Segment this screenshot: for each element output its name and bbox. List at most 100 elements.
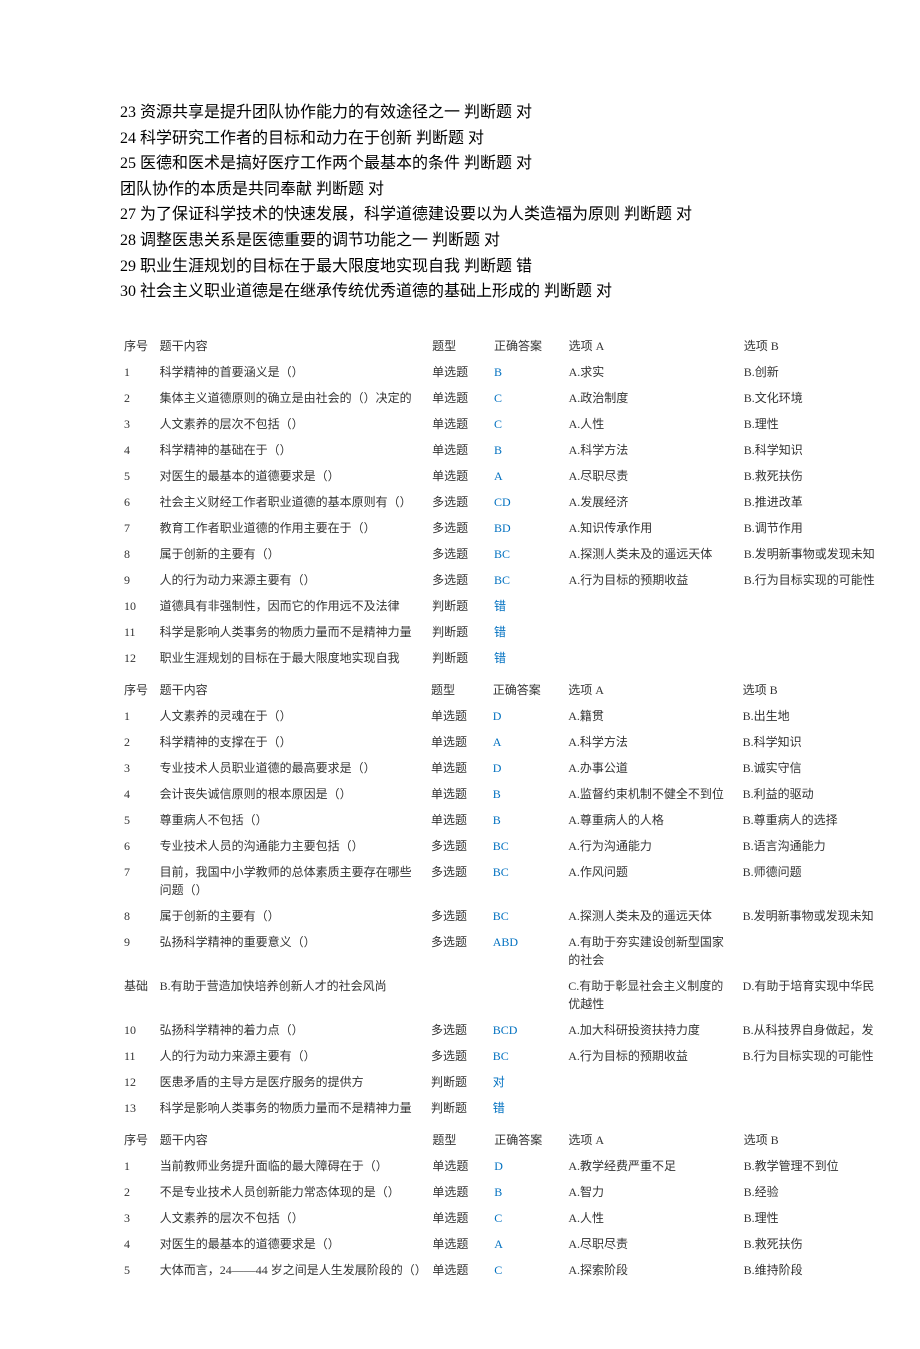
cell-ans: B	[490, 437, 565, 463]
table-row: 6社会主义财经工作者职业道德的基本原则有（）多选题CDA.发展经济B.推进改革	[120, 489, 880, 515]
h-ans: 正确答案	[490, 1127, 564, 1153]
cell-seq: 9	[120, 567, 156, 593]
cell-type: 单选题	[428, 1179, 490, 1205]
table-row: 10道德具有非强制性，因而它的作用远不及法律判断题错	[120, 593, 880, 619]
cell-ans	[489, 973, 565, 1017]
intro-line: 团队协作的本质是共同奉献 判断题 对	[120, 177, 880, 203]
cell-type: 判断题	[428, 619, 490, 645]
cell-type: 单选题	[427, 807, 489, 833]
cell-ans: CD	[490, 489, 565, 515]
cell-optB: B.发明新事物或发现未知	[740, 541, 880, 567]
cell-optA: A.探测人类未及的遥远天体	[564, 903, 738, 929]
cell-optB: B.从科技界自身做起，发	[739, 1017, 880, 1043]
h-content: 题干内容	[156, 1127, 429, 1153]
cell-ans: C	[490, 385, 565, 411]
cell-optA: A.监督约束机制不健全不到位	[564, 781, 738, 807]
cell-optB: B.理性	[740, 1205, 880, 1231]
cell-type: 多选题	[428, 489, 490, 515]
cell-ans: BC	[489, 903, 565, 929]
intro-line: 27 为了保证科学技术的快速发展，科学道德建设要以为人类造福为原则 判断题 对	[120, 202, 880, 228]
cell-type: 多选题	[428, 515, 490, 541]
cell-optA	[565, 619, 740, 645]
cell-type: 单选题	[427, 703, 489, 729]
cell-ans: A	[490, 1231, 564, 1257]
cell-seq: 4	[120, 437, 156, 463]
cell-optA	[565, 645, 740, 671]
cell-ans: BC	[490, 567, 565, 593]
cell-ans: BC	[489, 833, 565, 859]
cell-content: 道德具有非强制性，因而它的作用远不及法律	[156, 593, 428, 619]
cell-content: 当前教师业务提升面临的最大障碍在于（）	[156, 1153, 429, 1179]
cell-content: 专业技术人员职业道德的最高要求是（）	[156, 755, 427, 781]
cell-type: 单选题	[427, 755, 489, 781]
table-row: 1人文素养的灵魂在于（）单选题DA.籍贯B.出生地	[120, 703, 880, 729]
table-row: 1当前教师业务提升面临的最大障碍在于（）单选题DA.教学经费严重不足B.教学管理…	[120, 1153, 880, 1179]
cell-seq: 6	[120, 833, 156, 859]
cell-seq: 9	[120, 929, 156, 973]
cell-optA: A.科学方法	[565, 437, 740, 463]
cell-ans: BD	[490, 515, 565, 541]
cell-type: 单选题	[428, 463, 490, 489]
cell-optB	[740, 645, 880, 671]
cell-optA: C.有助于彰显社会主义制度的优越性	[564, 973, 738, 1017]
cell-content: 人文素养的灵魂在于（）	[156, 703, 427, 729]
cell-content: 会计丧失诚信原则的根本原因是（）	[156, 781, 427, 807]
cell-ans: B	[489, 781, 565, 807]
cell-type: 单选题	[428, 385, 490, 411]
header-row: 序号 题干内容 题型 正确答案 选项 A 选项 B	[120, 677, 880, 703]
h-ans: 正确答案	[489, 677, 565, 703]
cell-content: 科学精神的首要涵义是（）	[156, 359, 428, 385]
cell-content: 目前，我国中小学教师的总体素质主要存在哪些问题（）	[156, 859, 427, 903]
cell-content: 科学是影响人类事务的物质力量而不是精神力量	[156, 1095, 427, 1121]
cell-optB: B.行为目标实现的可能性	[740, 567, 880, 593]
cell-optB: B.救死扶伤	[740, 463, 880, 489]
cell-optB: D.有助于培育实现中华民	[739, 973, 880, 1017]
cell-optA: A.行为目标的预期收益	[564, 1043, 738, 1069]
cell-content: 社会主义财经工作者职业道德的基本原则有（）	[156, 489, 428, 515]
cell-optB: B.行为目标实现的可能性	[739, 1043, 880, 1069]
cell-seq: 3	[120, 1205, 156, 1231]
question-table-3: 序号 题干内容 题型 正确答案 选项 A 选项 B 1当前教师业务提升面临的最大…	[120, 1127, 880, 1283]
table-row: 4对医生的最基本的道德要求是（）单选题AA.尽职尽责B.救死扶伤	[120, 1231, 880, 1257]
cell-seq: 10	[120, 1017, 156, 1043]
cell-optA	[564, 1069, 738, 1095]
cell-optA: A.行为沟通能力	[564, 833, 738, 859]
h-type: 题型	[428, 1127, 490, 1153]
cell-ans: 错	[490, 593, 565, 619]
h-optA: 选项 A	[564, 677, 738, 703]
cell-optA: A.人性	[564, 1205, 739, 1231]
cell-type: 判断题	[428, 645, 490, 671]
cell-seq: 12	[120, 645, 156, 671]
cell-content: 大体而言，24——44 岁之间是人生发展阶段的（）	[156, 1257, 429, 1283]
cell-content: 教育工作者职业道德的作用主要在于（）	[156, 515, 428, 541]
table-row: 2集体主义道德原则的确立是由社会的（）决定的单选题CA.政治制度B.文化环境	[120, 385, 880, 411]
table-row: 5大体而言，24——44 岁之间是人生发展阶段的（）单选题CA.探索阶段B.维持…	[120, 1257, 880, 1283]
cell-optA: A.尽职尽责	[565, 463, 740, 489]
wrapped-row-9b: 基础 B.有助于营造加快培养创新人才的社会风尚 C.有助于彰显社会主义制度的优越…	[120, 973, 880, 1017]
cell-content: 对医生的最基本的道德要求是（）	[156, 463, 428, 489]
cell-optA: A.知识传承作用	[565, 515, 740, 541]
cell-type: 单选题	[428, 1231, 490, 1257]
table-row: 12医患矛盾的主导方是医疗服务的提供方判断题对	[120, 1069, 880, 1095]
cell-content: 医患矛盾的主导方是医疗服务的提供方	[156, 1069, 427, 1095]
h-content: 题干内容	[156, 333, 428, 359]
table-row: 7目前，我国中小学教师的总体素质主要存在哪些问题（）多选题BCA.作风问题B.师…	[120, 859, 880, 903]
cell-type: 单选题	[428, 1205, 490, 1231]
cell-seq: 2	[120, 1179, 156, 1205]
cell-type: 多选题	[428, 541, 490, 567]
cell-content: 人文素养的层次不包括（）	[156, 1205, 429, 1231]
table-row: 11人的行为动力来源主要有（）多选题BCA.行为目标的预期收益B.行为目标实现的…	[120, 1043, 880, 1069]
cell-content: 科学是影响人类事务的物质力量而不是精神力量	[156, 619, 428, 645]
cell-seq: 8	[120, 903, 156, 929]
table-row: 1科学精神的首要涵义是（）单选题BA.求实B.创新	[120, 359, 880, 385]
cell-optB: B.维持阶段	[740, 1257, 880, 1283]
cell-type: 单选题	[427, 729, 489, 755]
cell-ans: 错	[490, 619, 565, 645]
table-row: 3专业技术人员职业道德的最高要求是（）单选题DA.办事公道B.诚实守信	[120, 755, 880, 781]
cell-type: 判断题	[427, 1095, 489, 1121]
cell-seq: 11	[120, 619, 156, 645]
cell-type: 多选题	[427, 833, 489, 859]
cell-optA: A.办事公道	[564, 755, 738, 781]
cell-optB: B.发明新事物或发现未知	[739, 903, 880, 929]
cell-seq: 6	[120, 489, 156, 515]
